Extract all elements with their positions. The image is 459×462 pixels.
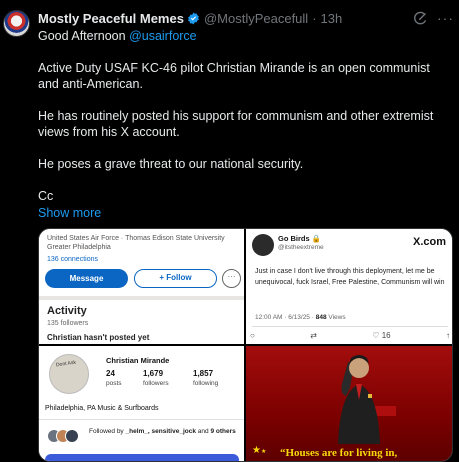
followed-by-text: Followed by _helm_, sensitive_jock and 9… [89,427,241,436]
body-paragraph-2: He has routinely posted his support for … [38,109,434,139]
followed-by-names: _helm_, sensitive_jock [125,428,196,435]
followed-by-avatars [47,429,85,443]
profile-stat-followers: 1,679 followers [143,369,169,388]
show-more-link[interactable]: Show more [38,205,450,221]
author-handle[interactable]: @MostlyPeacefull [204,11,308,26]
followed-by-prefix: Followed by [89,428,124,435]
stat-value: 24 [106,369,115,378]
author-avatar[interactable] [3,10,30,37]
verified-badge-icon[interactable] [187,12,200,25]
xpost-text: Just in case I don't live through this d… [255,268,445,286]
linkedin-divider [39,296,244,300]
body-paragraph-4: Cc [38,189,54,203]
post-time[interactable]: 13h [321,11,343,26]
linkedin-no-posts: Christian hasn't posted yet [47,333,150,342]
profile-divider [39,419,244,420]
linkedin-followers: 135 followers [47,320,89,327]
profile-follow-button [45,454,239,461]
mention-link[interactable]: @usairforce [129,29,197,43]
xpost-views-label: Views [328,314,346,321]
followed-by-suffix: and [197,428,209,435]
xpost-views-count: 848 [315,314,327,321]
stat-value: 1,857 [193,369,214,378]
stat-label: posts [106,380,122,387]
xpost-avatar [252,234,274,256]
profile-location: Philadelphia, PA Music & Surfboards [45,405,159,412]
separator-dot: · [312,10,317,26]
stat-label: following [193,380,219,387]
xpost-handle: @itstheextreme [278,244,324,251]
xpost-meta: 12:00 AM · 6/13/25 · 848 Views [255,314,346,321]
linkedin-activity-title: Activity [47,305,87,317]
xcom-logo: X.com [412,236,446,248]
grok-icon[interactable] [413,11,428,26]
xpost-divider [252,326,448,327]
tweet-body: Good Afternoon @usairforce Active Duty U… [38,28,450,221]
xpost-name-text: Go Birds [278,234,310,243]
reply-icon: ○ [250,331,255,340]
lock-icon: 🔒 [311,234,322,243]
linkedin-employer: United States Air Force · Thomas Edison … [47,235,225,242]
linkedin-connections: 136 connections [47,256,98,263]
profile-stat-following: 1,857 following [193,369,218,388]
linkedin-more-button: ··· [222,269,241,288]
xpost-timestamp: 12:00 AM · 6/13/25 · [255,314,314,321]
retweet-icon: ⇄ [310,331,317,340]
photo-caption: “Houses are for living in, [280,447,398,459]
author-display-name[interactable]: Mostly Peaceful Memes [38,11,184,26]
linkedin-message-button: Message [45,269,128,288]
profile-stat-posts: 24 posts [106,369,122,388]
linkedin-location: Greater Philadelphia [47,244,111,251]
media-divider-horizontal [39,344,452,346]
tweet-header: Mostly Peaceful Memes @MostlyPeacefull ·… [38,10,342,26]
profile-name: Christian Mirande [106,356,170,365]
mini-avatar [65,429,79,443]
media-xpost-screenshot[interactable]: Go Birds 🔒 @itstheextreme X.com Just in … [246,229,452,344]
share-icon: ↑ [445,331,450,340]
tweet[interactable]: Mostly Peaceful Memes @MostlyPeacefull ·… [0,0,459,462]
stat-label: followers [143,380,169,387]
body-paragraph-3: He poses a grave threat to our national … [38,157,304,171]
linkedin-follow-button: + Follow [134,269,217,288]
media-grid[interactable]: United States Air Force · Thomas Edison … [38,228,453,462]
xpost-actions: ○ ⇄ ♡ 16 ↑ [250,331,450,340]
body-paragraph-1: Active Duty USAF KC-46 pilot Christian M… [38,61,430,91]
media-profile-screenshot[interactable]: Dont Ask Christian Mirande 24 posts 1,679… [39,346,244,461]
media-linkedin-screenshot[interactable]: United States Air Force · Thomas Edison … [39,229,244,344]
like-icon: ♡ 16 [372,331,391,340]
more-options-icon[interactable]: ··· [437,9,455,27]
followed-by-others: 9 others [210,428,236,435]
like-count: 16 [381,331,391,340]
xpost-name: Go Birds 🔒 [278,234,321,243]
greeting-text: Good Afternoon [38,29,126,43]
linkedin-subtitle: United States Air Force · Thomas Edison … [47,234,239,252]
greeting-line: Good Afternoon @usairforce [38,28,450,44]
stat-value: 1,679 [143,369,164,378]
media-photo[interactable]: ★★ “Houses are for living in, [246,346,452,461]
